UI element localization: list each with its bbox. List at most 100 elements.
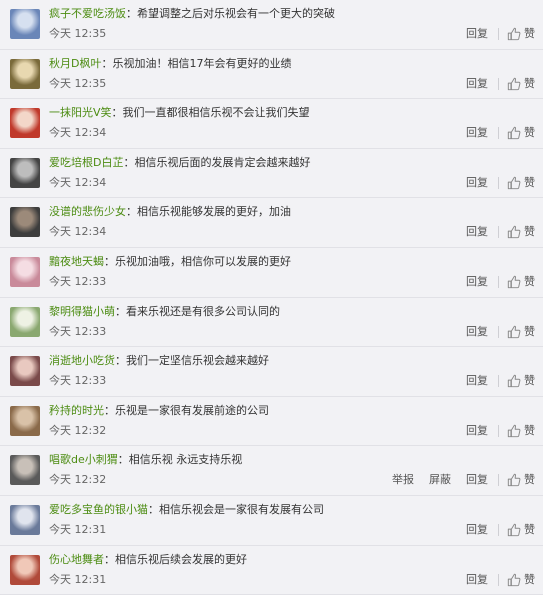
thumb-up-icon [507, 374, 521, 388]
like-button[interactable]: 赞 [507, 472, 535, 488]
reply-button[interactable]: 回复 [466, 324, 488, 340]
username-link[interactable]: 唱歌de小刺猬 [49, 453, 118, 466]
comment-message: 乐视加油哦，相信你可以发展的更好 [115, 254, 291, 268]
like-button[interactable]: 赞 [507, 572, 535, 588]
username-link[interactable]: 疯子不爱吃汤饭 [49, 7, 126, 20]
like-button[interactable]: 赞 [507, 76, 535, 92]
reply-button[interactable]: 回复 [466, 274, 488, 290]
username-link[interactable]: 黎明得猫小萌 [49, 305, 115, 318]
reply-button[interactable]: 回复 [466, 472, 488, 488]
comment-item: 伤心地舞者：相信乐视后续会发展的更好 今天 12:31 回复 赞 [0, 546, 543, 595]
username-link[interactable]: 爱吃培根D白芷 [49, 156, 123, 169]
comment-message: 相信乐视后续会发展的更好 [115, 552, 247, 566]
comment-message: 乐视是一家很有发展前途的公司 [115, 403, 269, 417]
colon: ： [117, 453, 129, 467]
avatar[interactable] [10, 405, 40, 436]
reply-button[interactable]: 回复 [466, 522, 488, 538]
like-label: 赞 [524, 374, 535, 388]
comment-time: 今天 12:34 [49, 175, 107, 189]
comment-message: 相信乐视会是一家很有发展有公司 [159, 502, 324, 516]
thumb-up-icon [507, 325, 521, 338]
like-button[interactable]: 赞 [507, 175, 535, 191]
like-button[interactable]: 赞 [507, 274, 535, 290]
avatar[interactable] [10, 9, 40, 39]
username-link[interactable]: 秋月D枫叶 [49, 57, 101, 70]
avatar[interactable] [10, 504, 40, 535]
comment-item: 一抹阳光V笑：我们一直都很相信乐视不会让我们失望 今天 12:34 回复 赞 [0, 99, 543, 149]
username-link[interactable]: 没谱的悲伤少女 [49, 205, 126, 218]
reply-button[interactable]: 回复 [466, 125, 488, 141]
reply-button[interactable]: 回复 [466, 26, 488, 42]
avatar[interactable] [10, 157, 40, 188]
colon: ： [115, 354, 126, 368]
avatar[interactable] [10, 108, 40, 139]
like-label: 赞 [524, 473, 535, 487]
like-label: 赞 [524, 324, 535, 338]
reply-button[interactable]: 回复 [466, 373, 488, 389]
comment-item: 消逝地小吃货：我们一定坚信乐视会越来越好 今天 12:33 回复 赞 [0, 347, 543, 397]
reply-button[interactable]: 回复 [466, 423, 488, 439]
comment-message: 乐视加油！相信17年会有更好的业绩 [112, 56, 292, 70]
comment-time: 今天 12:33 [49, 324, 107, 338]
divider [498, 325, 499, 338]
like-label: 赞 [524, 423, 535, 437]
avatar[interactable] [10, 306, 40, 337]
avatar[interactable] [10, 356, 40, 387]
comment-time: 今天 12:34 [49, 225, 107, 239]
avatar[interactable] [10, 554, 40, 585]
avatar[interactable] [10, 58, 40, 89]
divider [498, 28, 499, 40]
block-button[interactable]: 屏蔽 [429, 472, 451, 488]
username-link[interactable]: 爱吃多宝鱼的银小猫 [49, 503, 148, 516]
like-label: 赞 [524, 572, 535, 586]
comment-text: 没谱的悲伤少女：相信乐视能够发展的更好，加油 [49, 204, 291, 220]
colon: ： [115, 304, 126, 318]
like-label: 赞 [524, 225, 535, 239]
comment-text: 一抹阳光V笑：我们一直都很相信乐视不会让我们失望 [49, 105, 310, 121]
like-label: 赞 [524, 76, 535, 90]
username-link[interactable]: 矜持的时光 [49, 404, 104, 417]
divider [498, 77, 499, 90]
comment-time: 今天 12:34 [49, 126, 107, 140]
reply-button[interactable]: 回复 [466, 175, 488, 191]
comment-item: 疯子不爱吃汤饭：希望调整之后对乐视会有一个更大的突破 今天 12:35 回复 赞 [0, 0, 543, 50]
like-label: 赞 [524, 27, 535, 40]
like-button[interactable]: 赞 [507, 373, 535, 389]
reply-button[interactable]: 回复 [466, 224, 488, 240]
username-link[interactable]: 消逝地小吃货 [49, 354, 115, 367]
thumb-up-icon [507, 275, 521, 289]
username-link[interactable]: 伤心地舞者 [49, 553, 104, 566]
avatar[interactable] [10, 207, 40, 238]
avatar[interactable] [10, 256, 40, 287]
like-button[interactable]: 赞 [507, 522, 535, 538]
comment-time: 今天 12:31 [49, 522, 107, 536]
like-button[interactable]: 赞 [507, 224, 535, 240]
comment-message: 看来乐视还是有很多公司认同的 [126, 304, 280, 318]
like-button[interactable]: 赞 [507, 125, 535, 141]
username-link[interactable]: 黯夜地天蝎 [49, 255, 104, 268]
comment-list: 疯子不爱吃汤饭：希望调整之后对乐视会有一个更大的突破 今天 12:35 回复 赞… [0, 0, 543, 595]
report-button[interactable]: 举报 [392, 472, 414, 488]
comment-actions: 回复 赞 [466, 324, 535, 340]
colon: ： [101, 56, 113, 70]
divider [498, 176, 499, 189]
like-button[interactable]: 赞 [507, 423, 535, 439]
colon: ： [104, 254, 115, 268]
comment-actions: 回复 赞 [466, 224, 535, 240]
comment-text: 爱吃多宝鱼的银小猫：相信乐视会是一家很有发展有公司 [49, 502, 324, 518]
thumb-up-icon [507, 127, 521, 140]
colon: ： [126, 205, 137, 219]
comment-text: 矜持的时光：乐视是一家很有发展前途的公司 [49, 403, 269, 419]
comment-time: 今天 12:33 [49, 274, 107, 288]
avatar[interactable] [10, 455, 40, 486]
divider [498, 573, 499, 586]
reply-button[interactable]: 回复 [466, 572, 488, 588]
like-button[interactable]: 赞 [507, 324, 535, 340]
colon: ： [104, 552, 115, 566]
reply-button[interactable]: 回复 [466, 76, 488, 92]
like-button[interactable]: 赞 [507, 26, 535, 42]
username-link[interactable]: 一抹阳光V笑 [49, 106, 112, 119]
comment-item: 秋月D枫叶：乐视加油！相信17年会有更好的业绩 今天 12:35 回复 赞 [0, 50, 543, 100]
colon: ： [126, 7, 137, 20]
comment-item: 爱吃多宝鱼的银小猫：相信乐视会是一家很有发展有公司 今天 12:31 回复 赞 [0, 496, 543, 546]
